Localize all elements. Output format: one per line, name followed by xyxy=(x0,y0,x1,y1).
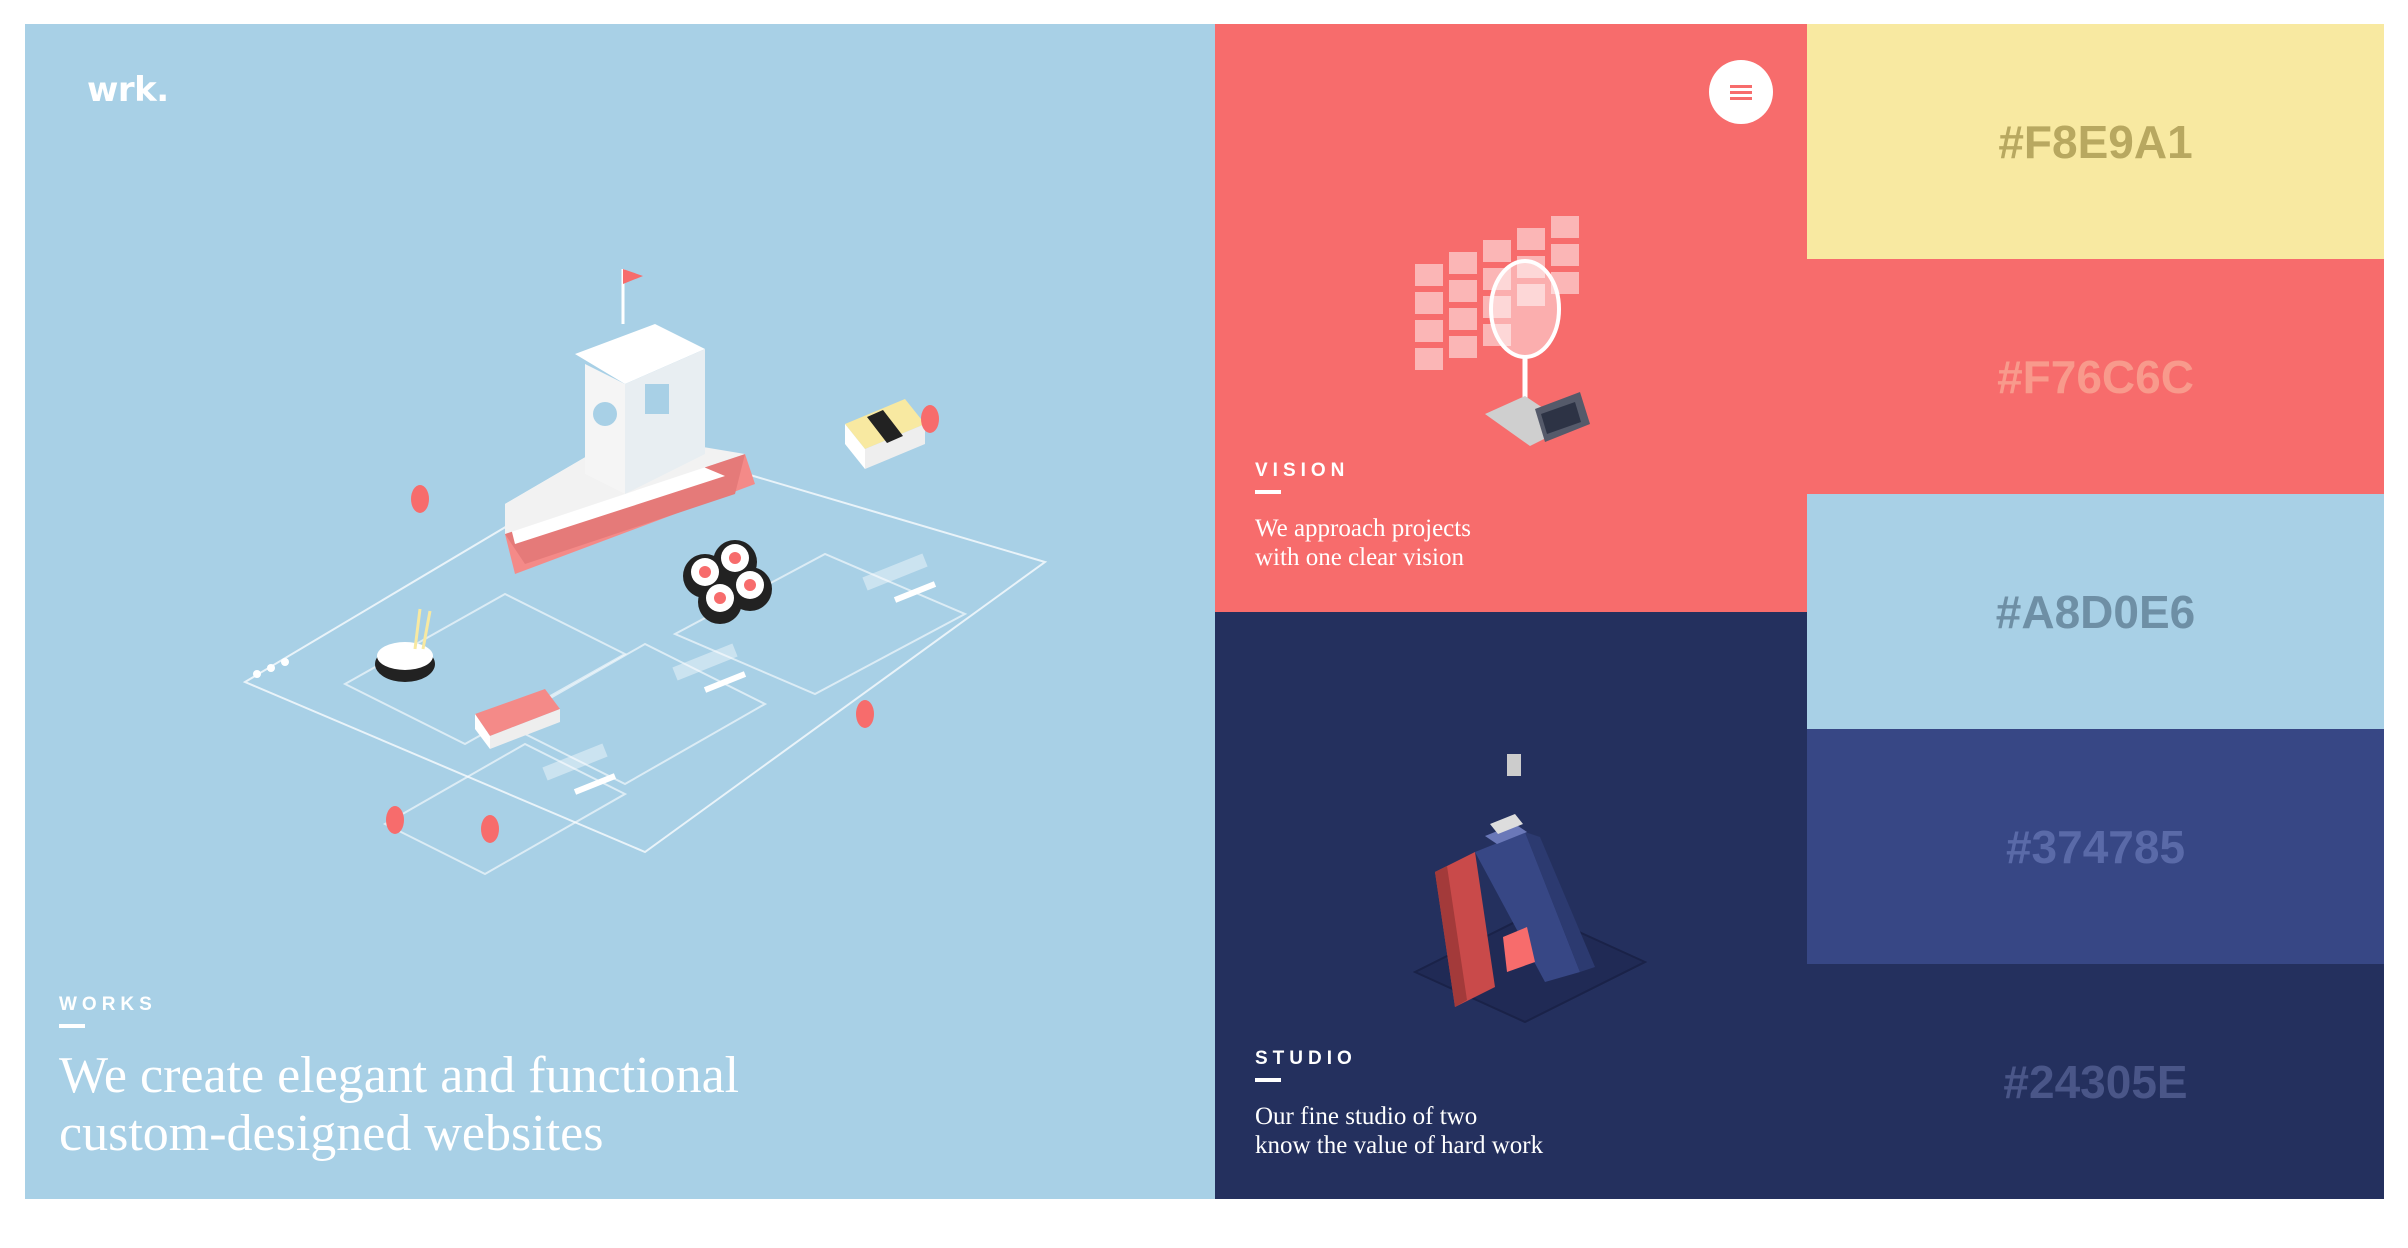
swatch-24305e: #24305E xyxy=(1807,964,2384,1199)
logo[interactable]: wrk. xyxy=(87,70,169,110)
works-headline-line: custom-designed websites xyxy=(59,1105,604,1162)
swatch-label: #374785 xyxy=(2005,820,2186,873)
vision-label-underline xyxy=(1255,490,1281,494)
palette-showcase: wrk. WORKS We create elegant and functio… xyxy=(25,24,2384,1199)
menu-button[interactable] xyxy=(1709,60,1773,124)
swatch-label: #F76C6C xyxy=(1997,350,2194,403)
vision-illustration xyxy=(1415,216,1590,446)
works-headline: We create elegant and functional custom-… xyxy=(59,1047,739,1163)
studio-illustration xyxy=(1412,754,1648,1024)
hamburger-icon xyxy=(1730,85,1752,100)
studio-description-line: Our fine studio of two xyxy=(1255,1103,1478,1130)
vision-description: We approach projects with one clear visi… xyxy=(1255,514,1471,572)
vision-description-line: We approach projects xyxy=(1255,515,1471,542)
boat-sushi-illustration xyxy=(242,269,1048,876)
works-label-underline xyxy=(59,1024,85,1028)
swatch-374785: #374785 xyxy=(1807,729,2384,964)
works-label: WORKS xyxy=(59,994,157,1015)
works-panel: wrk. WORKS We create elegant and functio… xyxy=(25,24,1215,1199)
swatch-f76c6c: #F76C6C xyxy=(1807,259,2384,494)
studio-label-underline xyxy=(1255,1078,1281,1082)
vision-description-line: with one clear vision xyxy=(1255,544,1464,571)
swatch-label: #F8E9A1 xyxy=(1998,115,2193,168)
studio-panel[interactable]: STUDIO Our fine studio of two know the v… xyxy=(1215,612,1807,1199)
studio-description: Our fine studio of two know the value of… xyxy=(1255,1102,1543,1160)
swatch-f8e9a1: #F8E9A1 xyxy=(1807,24,2384,259)
studio-label: STUDIO xyxy=(1255,1048,1357,1069)
vision-label: VISION xyxy=(1255,460,1350,481)
studio-description-line: know the value of hard work xyxy=(1255,1132,1544,1159)
works-headline-line: We create elegant and functional xyxy=(59,1047,740,1104)
swatch-a8d0e6: #A8D0E6 xyxy=(1807,494,2384,729)
vision-panel[interactable]: VISION We approach projects with one cle… xyxy=(1215,24,1807,612)
swatch-label: #24305E xyxy=(2003,1055,2188,1108)
swatch-label: #A8D0E6 xyxy=(1995,585,2196,638)
